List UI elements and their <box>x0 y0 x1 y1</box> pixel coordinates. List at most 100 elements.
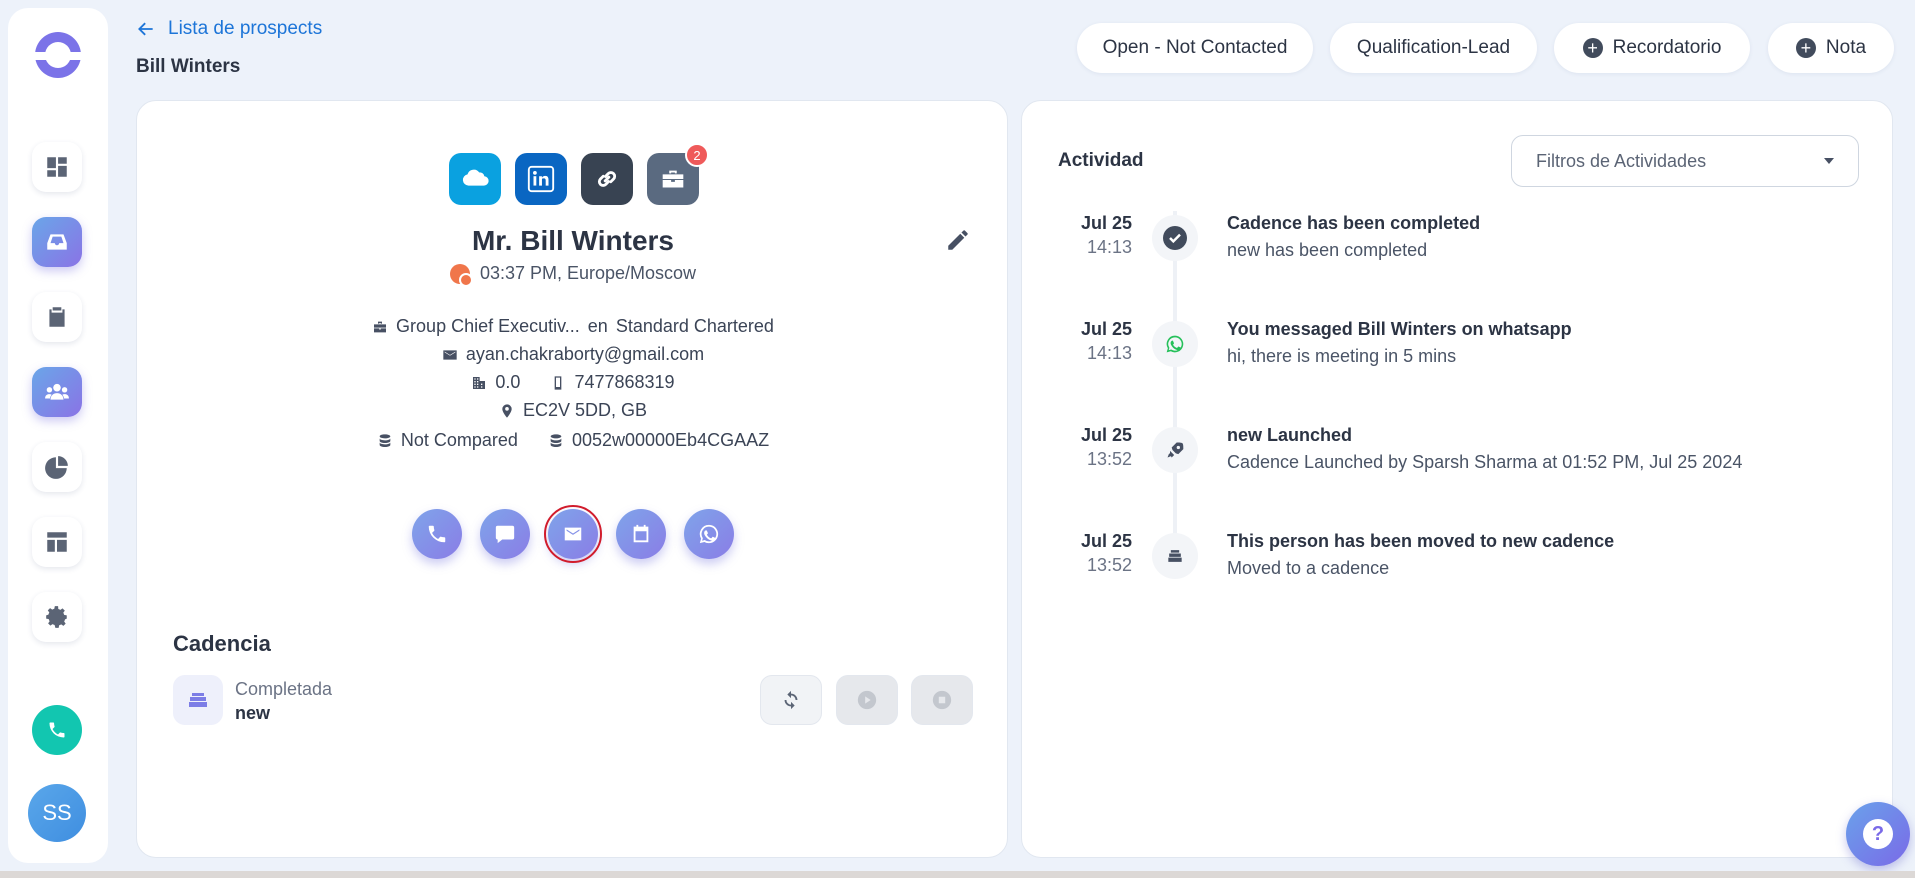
dashboard-icon <box>47 157 67 177</box>
meeting-action-button[interactable] <box>616 509 666 559</box>
sms-action-button[interactable] <box>480 509 530 559</box>
activity-time: 13:52 <box>1086 555 1132 575</box>
social-links: 2 <box>449 143 709 205</box>
sidebar-item-inbox[interactable] <box>32 217 82 267</box>
user-avatar[interactable]: SS <box>28 784 86 842</box>
activity-title: new Launched <box>1227 425 1353 445</box>
timezone-line: 03:37 PM, Europe/Moscow <box>137 263 1009 287</box>
play-circle-icon <box>857 690 877 710</box>
users-icon <box>45 383 69 400</box>
linkedin-icon <box>527 165 555 193</box>
company-prefix: en <box>587 316 608 336</box>
activity-item: Jul 25 14:13 You messaged Bill Winters o… <box>1022 319 1894 399</box>
cadence-play-button[interactable] <box>836 675 898 725</box>
cadence-icon-box <box>173 675 223 725</box>
whatsapp-icon <box>699 524 719 544</box>
link-icon <box>597 171 617 187</box>
status-pill-qualification[interactable]: Qualification-Lead <box>1330 23 1537 73</box>
back-link[interactable]: Lista de prospects <box>136 18 322 40</box>
activity-body: new has been completed <box>1227 240 1428 260</box>
briefcase-icon <box>662 170 684 188</box>
note-button[interactable]: + Nota <box>1768 23 1894 73</box>
stop-circle-icon <box>932 690 952 710</box>
whatsapp-icon <box>1166 335 1184 353</box>
gear-icon <box>46 606 67 628</box>
activity-title: Actividad <box>1058 150 1144 171</box>
rocket-icon <box>1167 442 1184 458</box>
dialer-button[interactable] <box>32 705 82 755</box>
pencil-icon[interactable] <box>945 227 971 253</box>
activity-body: Moved to a cadence <box>1227 558 1390 578</box>
sidebar-item-templates[interactable] <box>32 517 82 567</box>
activity-icon <box>1152 215 1198 261</box>
cadence-restart-button[interactable] <box>760 675 822 725</box>
company-button[interactable]: 2 <box>647 143 709 205</box>
reminder-label: Recordatorio <box>1612 37 1722 58</box>
location-value: EC2V 5DD, GB <box>522 400 648 420</box>
activity-title: You messaged Bill Winters on whatsapp <box>1227 319 1572 339</box>
email-value[interactable]: ayan.chakraborty@gmail.com <box>466 344 704 365</box>
chat-bubble-icon <box>495 525 515 544</box>
pie-chart-icon <box>45 456 68 479</box>
activity-filter-placeholder: Filtros de Actividades <box>1536 150 1707 171</box>
phone-icon <box>428 525 446 543</box>
plus-circle-icon: + <box>1795 38 1816 58</box>
email-action-button[interactable] <box>544 505 602 563</box>
sidebar-item-tasks[interactable] <box>32 292 82 342</box>
activity-card: Actividad Filtros de Actividades Jul 25 … <box>1021 100 1893 858</box>
activity-date: Jul 25 <box>1080 425 1132 445</box>
contact-actions <box>412 505 734 563</box>
activity-filter-select[interactable]: Filtros de Actividades <box>1511 135 1859 187</box>
score-value: 0.0 <box>495 372 521 392</box>
layout-icon <box>47 532 67 552</box>
sidebar-item-dashboard[interactable] <box>32 142 82 192</box>
globe-clock-icon <box>449 263 473 287</box>
phone-icon <box>49 722 65 738</box>
activity-time: 14:13 <box>1086 343 1132 363</box>
page-title: Bill Winters <box>136 56 241 77</box>
salesforce-button[interactable] <box>449 153 501 205</box>
sidebar-item-prospects[interactable] <box>32 367 82 417</box>
crm-line: Not Compared 0052w00000Eb4CGAAZ <box>137 430 1009 451</box>
cadence-stop-button[interactable] <box>911 675 973 725</box>
prospect-profile-card: 2 Mr. Bill Winters 03:37 PM, Europe/Mosc… <box>136 100 1008 858</box>
cadence-section-title: Cadencia <box>173 631 271 656</box>
refresh-icon <box>784 690 798 710</box>
whatsapp-action-button[interactable] <box>684 509 734 559</box>
activity-time: 13:52 <box>1086 449 1132 469</box>
database-icon <box>379 433 391 447</box>
activity-item: Jul 25 13:52 This person has been moved … <box>1022 531 1894 611</box>
activity-date: Jul 25 <box>1080 319 1132 339</box>
activity-body: hi, there is meeting in 5 mins <box>1227 346 1457 366</box>
briefcase-icon <box>374 321 387 332</box>
cadence-name[interactable]: new <box>235 703 270 724</box>
help-button[interactable]: ? <box>1846 802 1910 866</box>
activity-title: This person has been moved to new cadenc… <box>1227 531 1615 551</box>
sidebar-item-settings[interactable] <box>32 592 82 642</box>
email-line: ayan.chakraborty@gmail.com <box>137 344 1009 365</box>
call-action-button[interactable] <box>412 509 462 559</box>
back-link-label: Lista de prospects <box>168 18 323 39</box>
sidebar-item-reports[interactable] <box>32 442 82 492</box>
reminder-button[interactable]: + Recordatorio <box>1554 23 1750 73</box>
job-title: Group Chief Executiv... <box>396 316 580 336</box>
question-icon: ? <box>1863 819 1893 849</box>
stack-icon <box>189 693 207 707</box>
phone-value[interactable]: 7477868319 <box>574 372 674 393</box>
app-logo[interactable] <box>33 32 83 78</box>
map-pin-icon <box>502 403 512 418</box>
activity-time: 14:13 <box>1086 237 1132 257</box>
website-link-button[interactable] <box>581 153 633 205</box>
timezone-text: 03:37 PM, Europe/Moscow <box>479 263 697 283</box>
status-pill-open[interactable]: Open - Not Contacted <box>1077 23 1313 73</box>
notification-badge: 2 <box>685 143 709 167</box>
linkedin-button[interactable] <box>515 153 567 205</box>
check-icon <box>1169 233 1181 244</box>
score-phone-line: 0.0 7477868319 <box>137 372 1009 393</box>
activity-icon <box>1152 321 1198 367</box>
job-line: Group Chief Executiv... en Standard Char… <box>137 316 1009 337</box>
activity-date: Jul 25 <box>1080 213 1132 233</box>
location-line: EC2V 5DD, GB <box>137 400 1009 421</box>
activity-item: Jul 25 14:13 Cadence has been completed … <box>1022 213 1894 293</box>
compare-status: Not Compared <box>400 430 518 450</box>
